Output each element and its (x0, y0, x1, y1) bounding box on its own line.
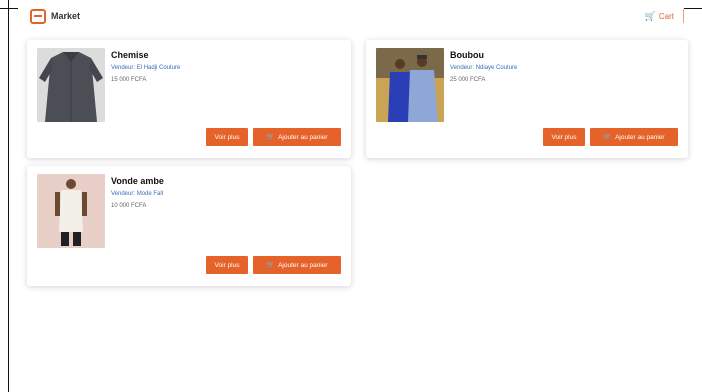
add-to-cart-label: Ajouter au panier (278, 133, 328, 141)
cart-icon: 🛒 (266, 262, 276, 269)
cart-icon: 🛒 (603, 134, 613, 141)
cart-divider (683, 9, 684, 23)
product-price: 25 000 FCFA (450, 77, 486, 83)
product-price: 10 000 FCFA (111, 203, 147, 209)
product-title: Boubou (450, 50, 484, 60)
window-border-top-left (0, 8, 18, 9)
shop-logo-icon (30, 8, 46, 24)
product-info: Chemise Vendeur: El Hadji Couture 15 000… (111, 50, 180, 83)
product-actions: Voir plus 🛒 Ajouter au panier (543, 128, 678, 146)
add-to-cart-button[interactable]: 🛒 Ajouter au panier (253, 128, 341, 146)
view-more-button[interactable]: Voir plus (206, 256, 248, 274)
product-seller[interactable]: Vendeur: Ndiaye Couture (450, 65, 517, 71)
add-to-cart-button[interactable]: 🛒 Ajouter au panier (253, 256, 341, 274)
cart-icon: 🛒 (644, 10, 656, 21)
brand-name: Market (51, 11, 81, 21)
add-to-cart-button[interactable]: 🛒 Ajouter au panier (590, 128, 678, 146)
cart-label: Cart (658, 11, 674, 21)
product-title: Vonde ambe (111, 176, 164, 186)
product-image (37, 174, 105, 248)
product-title: Chemise (111, 50, 149, 60)
add-to-cart-label: Ajouter au panier (615, 133, 665, 141)
product-price: 15 000 FCFA (111, 77, 147, 83)
window-border-left (8, 0, 9, 392)
app-header: Market 🛒 Cart (30, 5, 684, 27)
brand-logo[interactable]: Market (30, 8, 81, 24)
product-actions: Voir plus 🛒 Ajouter au panier (206, 256, 341, 274)
add-to-cart-label: Ajouter au panier (278, 261, 328, 269)
product-seller[interactable]: Vendeur: Mode Fall (111, 191, 164, 197)
product-info: Vonde ambe Vendeur: Mode Fall 10 000 FCF… (111, 176, 164, 209)
cart-icon: 🛒 (266, 134, 276, 141)
cart-link[interactable]: 🛒 Cart (645, 9, 684, 23)
window-border-top-right (684, 8, 702, 9)
product-image (37, 48, 105, 122)
product-card: Chemise Vendeur: El Hadji Couture 15 000… (27, 40, 351, 158)
product-seller[interactable]: Vendeur: El Hadji Couture (111, 65, 180, 71)
product-info: Boubou Vendeur: Ndiaye Couture 25 000 FC… (450, 50, 517, 83)
product-card: Vonde ambe Vendeur: Mode Fall 10 000 FCF… (27, 166, 351, 286)
product-image (376, 48, 444, 122)
product-actions: Voir plus 🛒 Ajouter au panier (206, 128, 341, 146)
view-more-button[interactable]: Voir plus (206, 128, 248, 146)
view-more-button[interactable]: Voir plus (543, 128, 585, 146)
product-card: Boubou Vendeur: Ndiaye Couture 25 000 FC… (366, 40, 688, 158)
